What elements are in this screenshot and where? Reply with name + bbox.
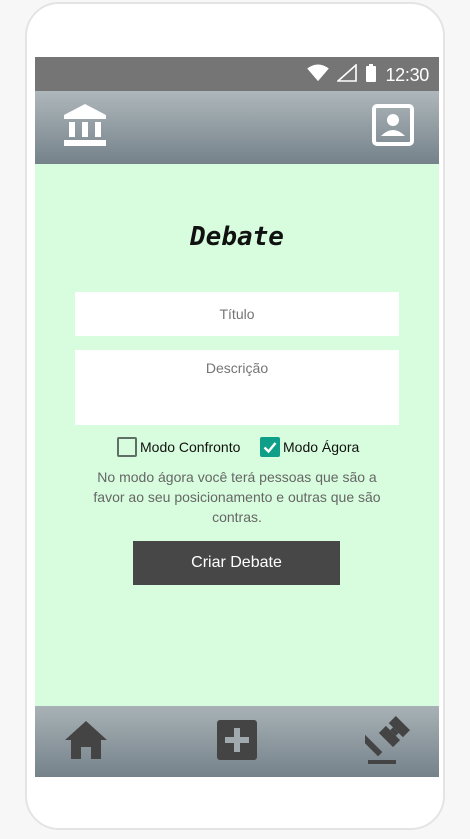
- home-icon: [63, 719, 109, 766]
- mode-info-text: No modo ágora você terá pessoas que são …: [93, 469, 381, 525]
- nav-home[interactable]: [62, 718, 110, 766]
- mode-agora-option[interactable]: Modo Ágora: [260, 436, 359, 458]
- gavel-icon: [359, 715, 415, 770]
- status-time: 12:30: [385, 64, 429, 85]
- page-title: Debate: [190, 222, 284, 252]
- create-debate-button[interactable]: Criar Debate: [133, 541, 340, 585]
- add-icon: [216, 719, 258, 766]
- profile-icon: [372, 103, 414, 151]
- status-bar: 12:30: [35, 57, 439, 91]
- institution-icon: [62, 102, 108, 153]
- mode-confronto-checkbox[interactable]: [117, 437, 137, 457]
- wifi-icon: [307, 63, 330, 87]
- checkmark-icon: [263, 442, 277, 454]
- mode-confronto-label: Modo Confronto: [140, 439, 241, 455]
- description-input[interactable]: [75, 350, 399, 425]
- app-screen: 12:30 Debate Título Descrição Modo Confr…: [35, 57, 439, 777]
- bottom-nav: [35, 706, 439, 777]
- app-bar: [35, 91, 439, 164]
- title-input[interactable]: [75, 292, 399, 336]
- status-icons: 12:30: [307, 62, 429, 87]
- institution-button[interactable]: [61, 103, 109, 151]
- debate-form: Debate Modo Confronto Modo Ágora No modo…: [35, 164, 439, 706]
- battery-icon: [365, 63, 377, 87]
- mode-agora-checkbox[interactable]: [260, 437, 280, 457]
- profile-button[interactable]: [369, 103, 417, 151]
- nav-add[interactable]: [213, 718, 261, 766]
- mode-agora-label: Modo Ágora: [283, 439, 360, 455]
- signal-icon: [336, 62, 358, 87]
- nav-gavel[interactable]: [359, 715, 414, 766]
- mode-confronto-option[interactable]: Modo Confronto: [117, 436, 240, 458]
